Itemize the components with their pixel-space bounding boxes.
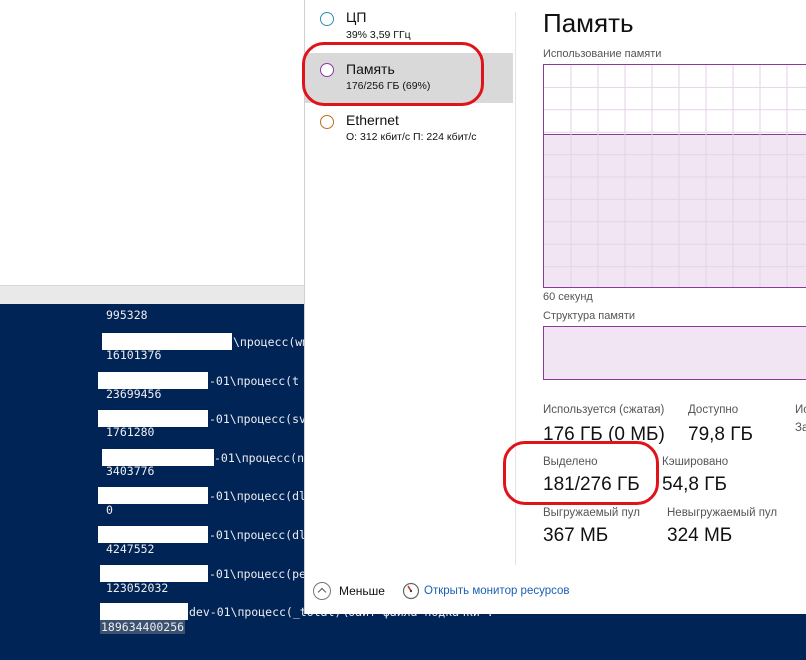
console-path: -01\процесс(dl bbox=[209, 489, 306, 503]
sidebar-item-title: Ethernet bbox=[346, 112, 399, 128]
in-use-value: 176 ГБ (0 МБ) bbox=[543, 424, 665, 445]
console-path: -01\процесс(ne bbox=[214, 451, 311, 465]
sidebar-item-ethernet[interactable]: Ethernet О: 312 кбит/с П: 224 кбит/с bbox=[305, 105, 513, 155]
fewer-details-label[interactable]: Меньше bbox=[339, 584, 385, 598]
console-value: 1761280 bbox=[106, 425, 155, 439]
cached-label: Кэшировано bbox=[662, 456, 729, 468]
committed-value: 181/276 ГБ bbox=[543, 474, 640, 495]
console-value: 0 bbox=[106, 503, 113, 517]
sidebar-item-cpu[interactable]: ЦП 39% 3,59 ГГц bbox=[305, 0, 513, 50]
in-use-label: Используется (сжатая) bbox=[543, 404, 665, 416]
redacted-block bbox=[98, 526, 208, 543]
console-value: 123052032 bbox=[106, 581, 169, 595]
nonpaged-pool-value: 324 МБ bbox=[667, 525, 733, 546]
console-value: 23699456 bbox=[106, 387, 162, 401]
task-manager-window: ЦП 39% 3,59 ГГц Память 176/256 ГБ (69%) … bbox=[302, 0, 806, 614]
console-path: -01\процесс(pe bbox=[209, 567, 306, 581]
time-caption: 60 секунд bbox=[543, 291, 593, 303]
sidebar-item-subtitle: 39% 3,59 ГГц bbox=[346, 29, 411, 41]
console-path: -01\процесс(sv bbox=[209, 412, 306, 426]
nonpaged-pool-label: Невыгружаемый пул bbox=[667, 507, 778, 519]
available-value: 79,8 ГБ bbox=[688, 424, 754, 445]
panel-divider[interactable] bbox=[515, 12, 516, 565]
redacted-block bbox=[100, 565, 208, 582]
ethernet-graph-icon bbox=[320, 115, 334, 129]
console-value-selected: 189634400256 bbox=[100, 620, 186, 634]
sidebar-item-memory[interactable]: Память 176/256 ГБ (69%) bbox=[305, 53, 513, 103]
available-label: Доступно bbox=[688, 404, 739, 416]
resource-monitor-icon[interactable] bbox=[402, 582, 420, 600]
usage-caption: Использование памяти bbox=[543, 48, 662, 60]
collapse-details-button[interactable] bbox=[313, 582, 331, 600]
performance-sidebar: ЦП 39% 3,59 ГГц Память 176/256 ГБ (69%) … bbox=[305, 0, 513, 565]
committed-label: Выделено bbox=[543, 456, 598, 468]
cut-off-label: Ис bbox=[795, 404, 806, 416]
cached-value: 54,8 ГБ bbox=[662, 474, 728, 495]
memory-detail-panel: Память Использование памяти 60 секунд Ст… bbox=[517, 0, 806, 614]
memory-usage-graph bbox=[543, 64, 806, 288]
structure-caption: Структура памяти bbox=[543, 310, 636, 322]
sidebar-item-subtitle: 176/256 ГБ (69%) bbox=[346, 80, 431, 92]
paged-pool-value: 367 МБ bbox=[543, 525, 609, 546]
graph-grid bbox=[544, 65, 806, 287]
console-value: 16101376 bbox=[106, 348, 162, 362]
paged-pool-label: Выгружаемый пул bbox=[543, 507, 640, 519]
console-path: -01\процесс(t bbox=[209, 374, 300, 388]
background-window bbox=[0, 0, 304, 285]
open-resource-monitor-link[interactable]: Открыть монитор ресурсов bbox=[424, 585, 570, 597]
memory-graph-icon bbox=[320, 63, 334, 77]
console-path: \процесс(wm bbox=[233, 335, 310, 349]
console-value: 4247552 bbox=[106, 542, 155, 556]
cut-off-label: За bbox=[795, 422, 806, 434]
console-value: 995328 bbox=[106, 308, 148, 322]
page-title: Память bbox=[543, 8, 634, 38]
sidebar-item-subtitle: О: 312 кбит/с П: 224 кбит/с bbox=[346, 131, 477, 143]
memory-structure-bar bbox=[543, 326, 806, 380]
console-value: 3403776 bbox=[106, 464, 155, 478]
cpu-graph-icon bbox=[320, 12, 334, 26]
sidebar-item-title: Память bbox=[346, 61, 395, 77]
redacted-block bbox=[98, 487, 208, 504]
sidebar-item-title: ЦП bbox=[346, 9, 367, 25]
console-path: -01\процесс(dl bbox=[209, 528, 306, 542]
redacted-block bbox=[100, 603, 188, 620]
